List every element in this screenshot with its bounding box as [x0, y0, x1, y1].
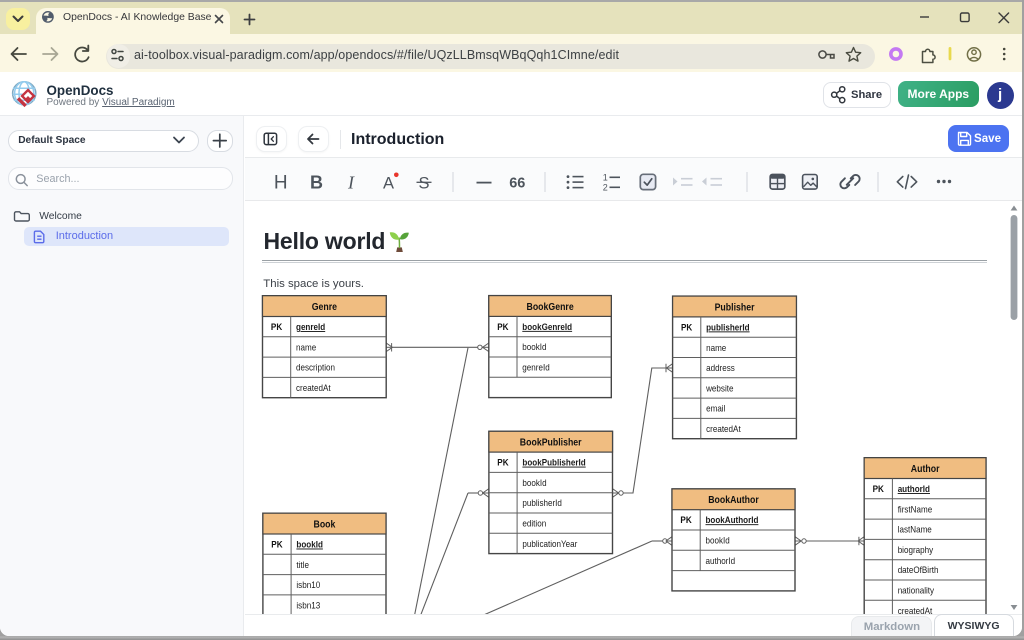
- svg-text:publicationYear: publicationYear: [522, 539, 577, 550]
- svg-text:Book: Book: [314, 519, 336, 530]
- svg-text:dateOfBirth: dateOfBirth: [898, 565, 939, 576]
- svg-text:bookId: bookId: [296, 540, 323, 551]
- svg-text:bookGenreId: bookGenreId: [522, 322, 572, 333]
- svg-text:isbn13: isbn13: [296, 600, 320, 611]
- svg-text:Publisher: Publisher: [715, 302, 755, 313]
- svg-text:1: 1: [603, 173, 608, 183]
- svg-text:description: description: [296, 363, 335, 374]
- svg-text:bookAuthorId: bookAuthorId: [706, 515, 759, 526]
- svg-text:genreId: genreId: [522, 363, 549, 374]
- svg-text:bookPublisherId: bookPublisherId: [522, 458, 585, 469]
- svg-text:address: address: [706, 363, 735, 374]
- svg-text:PK: PK: [497, 458, 508, 469]
- svg-text:email: email: [706, 404, 725, 415]
- svg-text:isbn10: isbn10: [296, 580, 320, 591]
- svg-text:Author: Author: [911, 464, 940, 475]
- svg-text:H: H: [274, 172, 288, 193]
- svg-text:createdAt: createdAt: [296, 383, 331, 394]
- svg-text:I: I: [347, 172, 355, 192]
- svg-text:A: A: [383, 175, 394, 193]
- svg-text:createdAt: createdAt: [898, 606, 933, 614]
- svg-text:authorId: authorId: [706, 556, 736, 567]
- svg-text:S: S: [418, 174, 429, 192]
- svg-text:authorId: authorId: [898, 484, 930, 495]
- svg-text:2: 2: [603, 183, 608, 193]
- svg-text:website: website: [705, 383, 733, 394]
- svg-text:B: B: [310, 172, 323, 192]
- svg-text:BookAuthor: BookAuthor: [708, 495, 759, 506]
- svg-text:bookId: bookId: [522, 478, 546, 489]
- svg-text:biography: biography: [898, 545, 934, 556]
- svg-text:PK: PK: [873, 484, 884, 495]
- svg-text:PK: PK: [680, 515, 691, 526]
- svg-text:name: name: [706, 343, 726, 354]
- svg-text:Genre: Genre: [312, 302, 338, 313]
- svg-text:PK: PK: [271, 322, 282, 333]
- svg-text:publisherId: publisherId: [706, 322, 750, 333]
- svg-text:title: title: [296, 560, 309, 571]
- svg-text:nationality: nationality: [898, 586, 935, 597]
- svg-text:PK: PK: [681, 322, 692, 333]
- svg-text:name: name: [296, 342, 316, 353]
- svg-text:lastName: lastName: [898, 525, 932, 536]
- svg-text:createdAt: createdAt: [706, 424, 741, 435]
- svg-text:PK: PK: [271, 540, 282, 551]
- svg-text:publisherId: publisherId: [522, 498, 562, 509]
- svg-text:PK: PK: [497, 322, 508, 333]
- svg-text:genreId: genreId: [296, 322, 325, 333]
- svg-text:bookId: bookId: [522, 342, 546, 353]
- svg-text:BookPublisher: BookPublisher: [520, 438, 582, 449]
- svg-text:edition: edition: [522, 519, 546, 530]
- svg-text:bookId: bookId: [706, 536, 730, 547]
- svg-text:66: 66: [509, 176, 525, 192]
- svg-text:BookGenre: BookGenre: [527, 302, 574, 313]
- svg-text:firstName: firstName: [898, 504, 933, 515]
